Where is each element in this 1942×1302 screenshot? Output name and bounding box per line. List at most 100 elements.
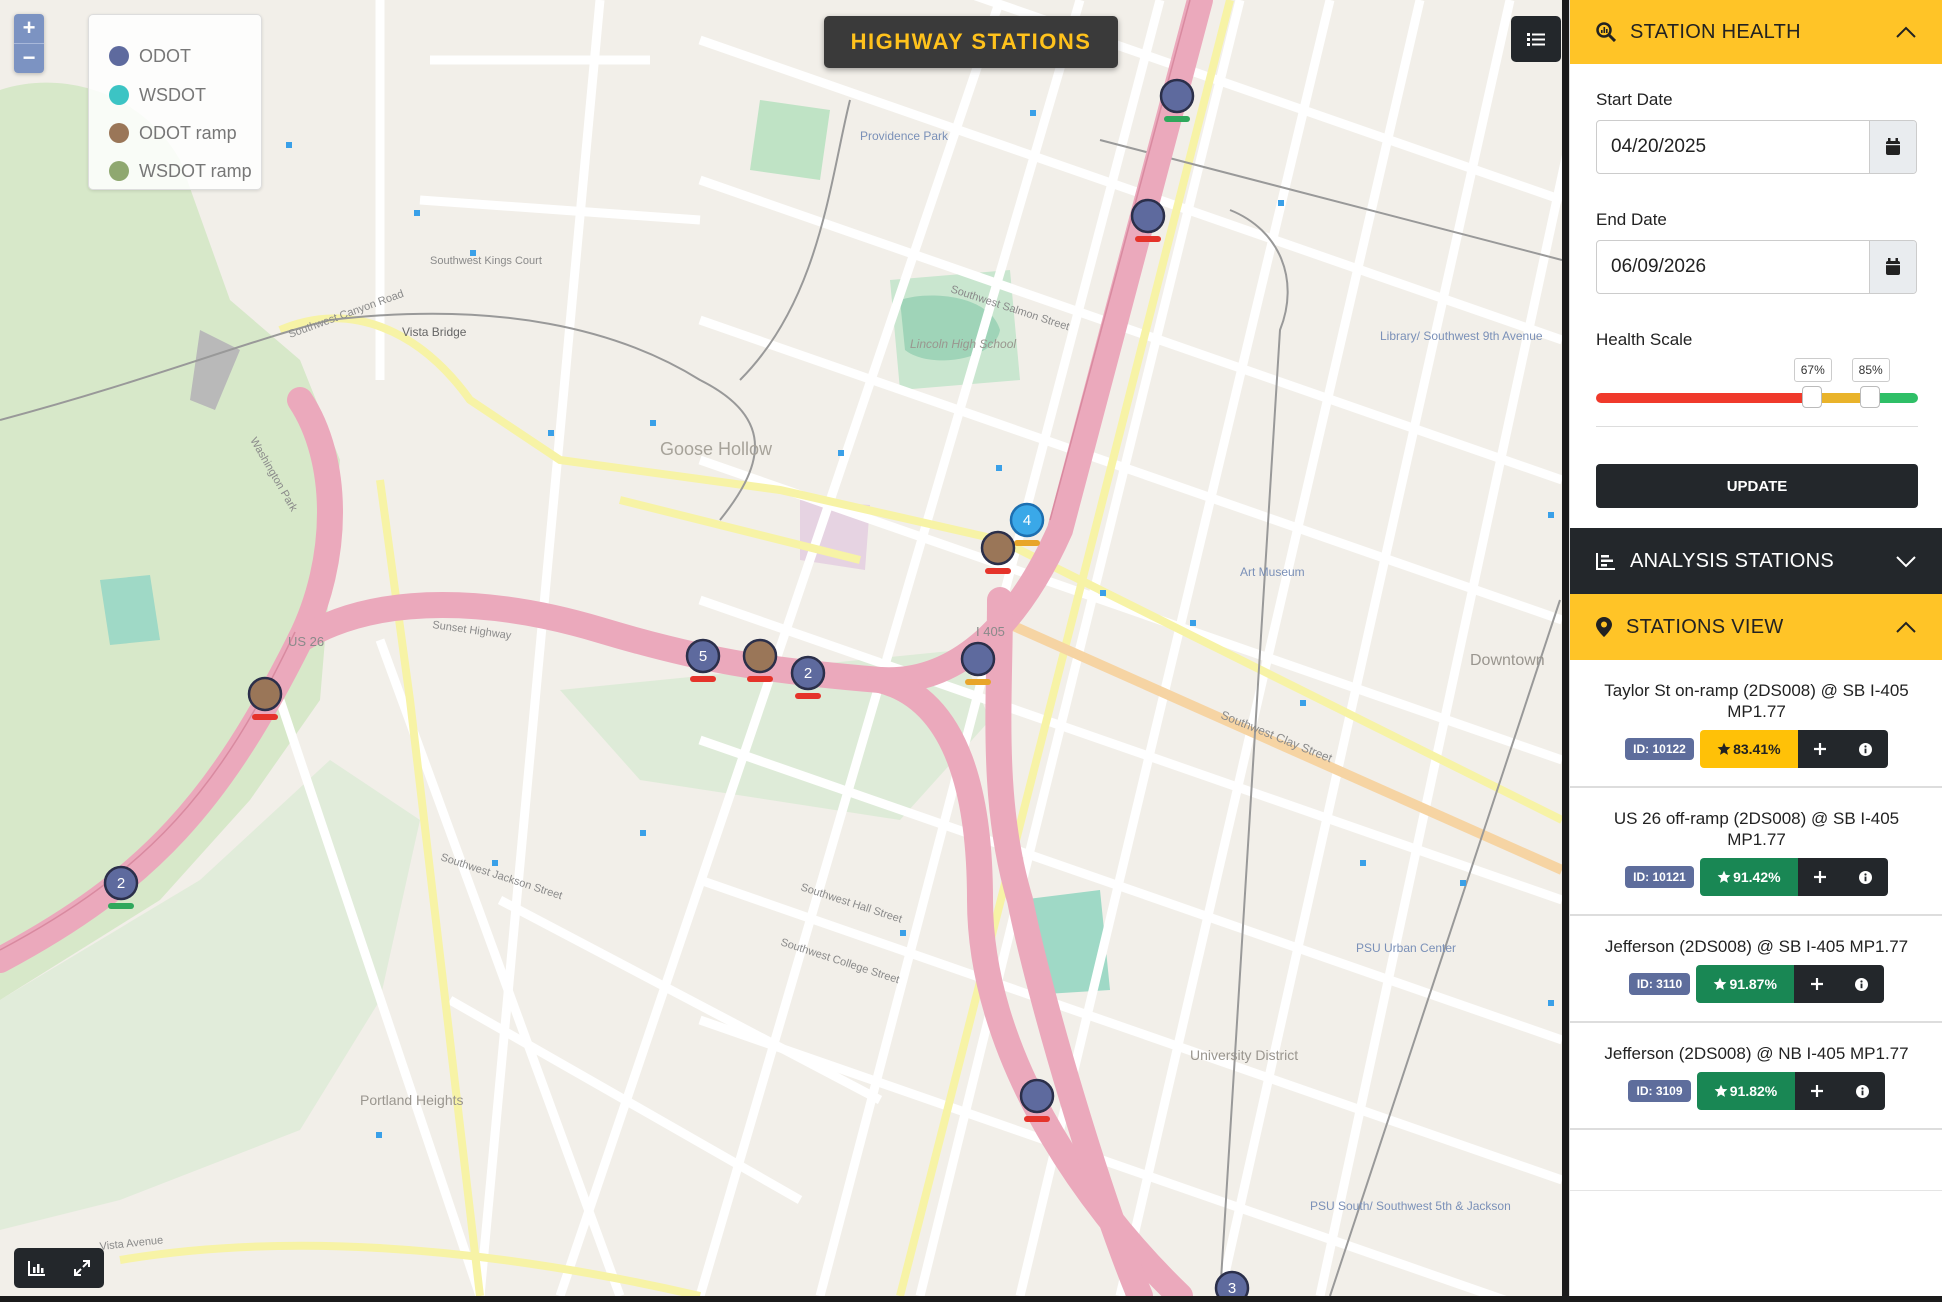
star-icon — [1717, 742, 1731, 755]
station-marker-count: 5 — [699, 648, 707, 665]
station-actions: ID: 10121 91.42% — [1570, 858, 1942, 896]
map-pin-icon — [1596, 617, 1612, 637]
divider — [1596, 426, 1918, 427]
station-marker[interactable]: 2 — [103, 865, 139, 909]
station-marker-circle[interactable] — [1159, 78, 1195, 114]
map-canvas[interactable]: Goose Hollow Portland Heights Downtown U… — [0, 0, 1562, 1296]
station-item: Jefferson (2DS008) @ SB I-405 MP1.77 ID: … — [1570, 916, 1942, 1023]
station-marker[interactable]: 5 — [685, 638, 721, 682]
health-scale-slider[interactable] — [1596, 386, 1918, 408]
station-marker-layer: 4 5 2 2 3 — [103, 78, 1250, 1296]
chart-button[interactable] — [14, 1248, 59, 1288]
station-marker[interactable]: 2 — [790, 655, 826, 699]
station-name: US 26 off-ramp (2DS008) @ SB I-405 MP1.7… — [1613, 809, 1900, 849]
legend-odot-ramp-label: ODOT ramp — [139, 122, 237, 143]
zoom-out-button[interactable]: − — [14, 43, 44, 73]
zoom-in-button[interactable]: + — [14, 14, 44, 43]
map-bottom-controls — [14, 1248, 104, 1288]
station-health-button[interactable]: 91.82% — [1696, 1072, 1795, 1110]
station-health-button[interactable]: 83.41% — [1699, 730, 1798, 768]
end-date-calendar-button[interactable] — [1869, 241, 1916, 293]
station-status-bar — [108, 903, 134, 909]
station-marker[interactable]: 3 — [1214, 1270, 1250, 1296]
bar-chart-icon — [27, 1261, 45, 1276]
star-icon — [1714, 1084, 1728, 1097]
health-scale-label: Health Scale — [1596, 330, 1693, 349]
station-marker[interactable] — [980, 530, 1016, 574]
legend-wsdot-swatch — [109, 85, 129, 105]
station-status-bar — [1024, 1116, 1050, 1122]
station-info-button[interactable] — [1839, 965, 1885, 1003]
station-marker[interactable] — [960, 641, 996, 685]
start-date-label: Start Date — [1596, 90, 1673, 109]
station-marker[interactable]: 4 — [1009, 502, 1045, 546]
station-id-badge: ID: 10121 — [1625, 866, 1694, 888]
legend-odot-swatch — [109, 46, 129, 66]
star-icon — [1717, 870, 1731, 883]
legend-item-odot: ODOT — [109, 45, 191, 67]
station-marker[interactable] — [1130, 198, 1166, 242]
station-health-value: 91.87% — [1729, 976, 1777, 992]
station-marker[interactable] — [247, 676, 283, 720]
zoom-control: + − — [14, 14, 44, 73]
station-marker-count: 2 — [804, 665, 812, 682]
station-add-button[interactable] — [1797, 730, 1843, 768]
end-date-value[interactable]: 06/09/2026 — [1597, 241, 1869, 293]
layer-list-button[interactable] — [1511, 16, 1561, 62]
station-name: Jefferson (2DS008) @ SB I-405 MP1.77 — [1604, 937, 1909, 956]
start-date-field[interactable]: 04/20/2025 — [1596, 120, 1917, 174]
sidebar-bottom-border — [1570, 1190, 1942, 1191]
station-button-group: 91.82% — [1696, 1072, 1885, 1110]
station-status-bar — [252, 714, 278, 720]
station-info-button[interactable] — [1839, 1072, 1885, 1110]
calendar-icon — [1886, 138, 1900, 155]
station-status-bar — [1135, 236, 1161, 242]
station-marker[interactable] — [742, 638, 778, 682]
station-marker-circle[interactable] — [960, 641, 996, 677]
info-icon — [1855, 977, 1869, 991]
station-status-bar — [690, 676, 716, 682]
legend-wsdot-ramp-label: WSDOT ramp — [139, 160, 252, 181]
station-status-bar — [747, 676, 773, 682]
station-list: Taylor St on-ramp (2DS008) @ SB I-405 MP… — [1570, 660, 1942, 1130]
legend-item-wsdot: WSDOT — [109, 84, 206, 106]
station-health-button[interactable]: 91.42% — [1699, 858, 1798, 896]
station-marker-circle[interactable] — [1130, 198, 1166, 234]
stations-view-title: STATIONS VIEW — [1626, 615, 1784, 638]
stations-view-header[interactable]: STATIONS VIEW — [1570, 594, 1942, 660]
start-date-calendar-button[interactable] — [1869, 121, 1916, 173]
station-item: Jefferson (2DS008) @ NB I-405 MP1.77 ID: … — [1570, 1023, 1942, 1130]
station-add-button[interactable] — [1794, 1072, 1840, 1110]
station-item: Taylor St on-ramp (2DS008) @ SB I-405 MP… — [1570, 660, 1942, 788]
station-info-button[interactable] — [1842, 858, 1888, 896]
station-marker-count: 3 — [1228, 1280, 1236, 1296]
analysis-stations-header[interactable]: ANALYSIS STATIONS — [1570, 528, 1942, 594]
station-health-header[interactable]: STATION HEALTH — [1570, 0, 1942, 64]
station-marker-circle[interactable] — [247, 676, 283, 712]
legend-odot-label: ODOT — [139, 45, 191, 66]
end-date-field[interactable]: 06/09/2026 — [1596, 240, 1917, 294]
slider-handle-high[interactable] — [1859, 386, 1880, 408]
station-health-button[interactable]: 91.87% — [1696, 965, 1795, 1003]
station-status-bar — [795, 693, 821, 699]
station-marker-count: 4 — [1023, 512, 1031, 529]
start-date-value[interactable]: 04/20/2025 — [1597, 121, 1869, 173]
legend-wsdot-label: WSDOT — [139, 84, 206, 105]
station-marker-circle[interactable] — [980, 530, 1016, 566]
station-marker[interactable] — [1019, 1078, 1055, 1122]
fullscreen-button[interactable] — [59, 1248, 104, 1288]
bar-chart-icon — [1596, 553, 1615, 570]
update-button[interactable]: UPDATE — [1596, 464, 1918, 508]
plus-icon — [1810, 978, 1823, 990]
chevron-up-icon — [1896, 26, 1916, 38]
station-add-button[interactable] — [1794, 965, 1840, 1003]
station-marker-circle[interactable] — [742, 638, 778, 674]
station-name: Jefferson (2DS008) @ NB I-405 MP1.77 — [1604, 1044, 1909, 1063]
station-info-button[interactable] — [1842, 730, 1888, 768]
station-marker[interactable] — [1159, 78, 1195, 122]
station-health-value: 83.41% — [1733, 741, 1781, 757]
station-marker-circle[interactable] — [1019, 1078, 1055, 1114]
station-add-button[interactable] — [1797, 858, 1843, 896]
slider-handle-low[interactable] — [1801, 386, 1822, 408]
station-marker-count: 2 — [117, 875, 125, 892]
